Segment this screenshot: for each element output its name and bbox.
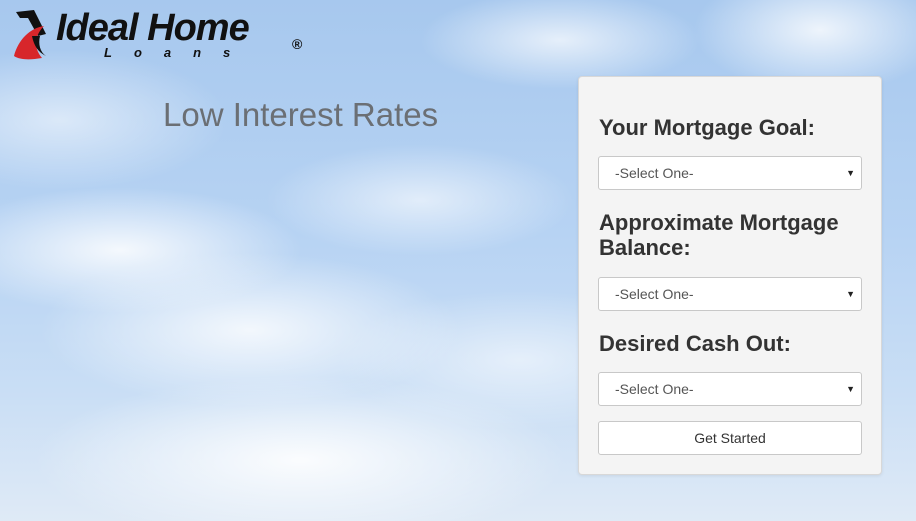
logo-subtitle: Loans xyxy=(104,45,253,60)
mortgage-goal-label: Your Mortgage Goal: xyxy=(599,115,815,140)
get-started-button[interactable]: Get Started xyxy=(598,421,862,455)
cash-out-select[interactable]: -Select One- ▼ xyxy=(598,372,862,406)
triangle-down-icon: ▼ xyxy=(846,289,855,299)
mortgage-goal-select[interactable]: -Select One- ▼ xyxy=(598,156,862,190)
mortgage-balance-label: Approximate Mortgage Balance: xyxy=(599,210,839,260)
swoosh-logo-icon xyxy=(14,10,46,60)
cash-out-label: Desired Cash Out: xyxy=(599,331,791,356)
mortgage-goal-value: -Select One- xyxy=(615,165,694,181)
registered-mark: ® xyxy=(292,36,303,52)
mortgage-balance-value: -Select One- xyxy=(615,286,694,302)
cash-out-value: -Select One- xyxy=(615,381,694,397)
logo-name: Ideal Home xyxy=(56,7,250,49)
logo[interactable]: Ideal Home Loans ® xyxy=(12,6,312,66)
quote-form-panel: Your Mortgage Goal: -Select One- ▼ Appro… xyxy=(578,76,882,475)
triangle-down-icon: ▼ xyxy=(846,384,855,394)
mortgage-balance-select[interactable]: -Select One- ▼ xyxy=(598,277,862,311)
hero-tagline: Low Interest Rates xyxy=(163,96,439,133)
triangle-down-icon: ▼ xyxy=(846,168,855,178)
